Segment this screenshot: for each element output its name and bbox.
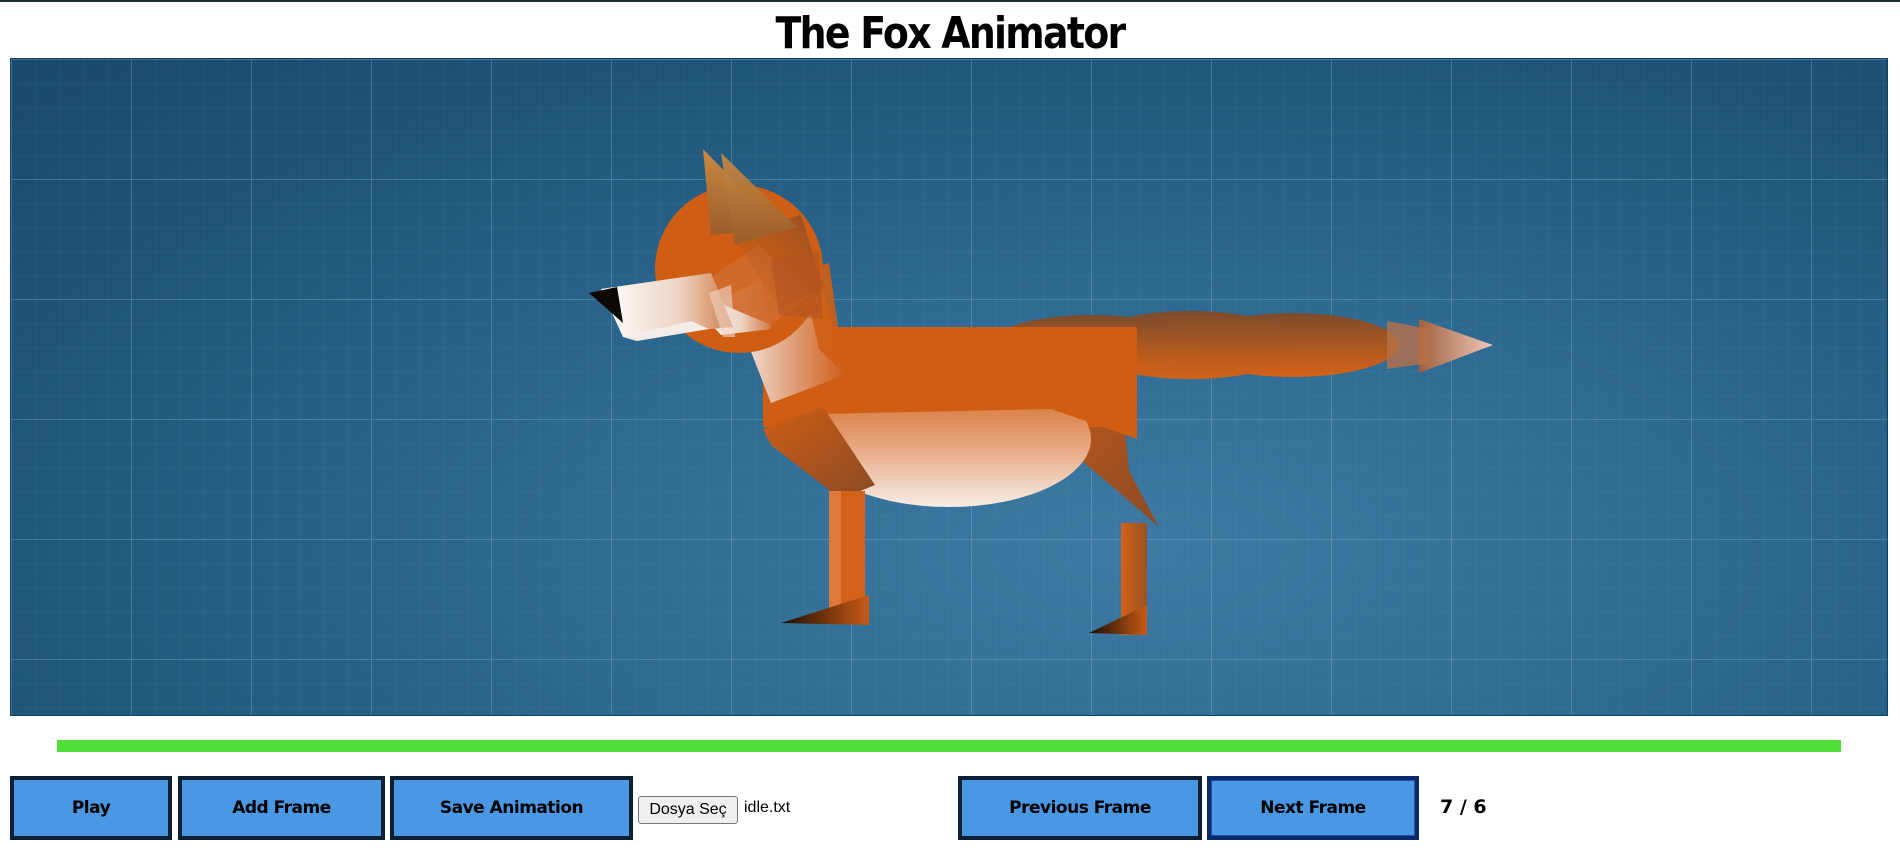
- timeline-bar[interactable]: [57, 740, 1841, 752]
- page-title: The Fox Animator: [775, 8, 1127, 59]
- add-frame-button[interactable]: Add Frame: [178, 776, 385, 840]
- next-frame-button[interactable]: Next Frame: [1207, 776, 1419, 840]
- previous-frame-button[interactable]: Previous Frame: [958, 776, 1202, 840]
- save-animation-button[interactable]: Save Animation: [390, 776, 633, 840]
- animation-canvas[interactable]: [10, 58, 1888, 716]
- top-border: [0, 0, 1900, 2]
- file-name-label: idle.txt: [744, 799, 791, 816]
- canvas-svg: [11, 59, 1887, 715]
- file-choose-button[interactable]: Dosya Seç: [638, 796, 738, 824]
- fox-animator-app: The Fox Animator Play Add Frame Save Ani…: [0, 0, 1900, 864]
- frame-counter: 7 / 6: [1440, 796, 1487, 818]
- play-button[interactable]: Play: [10, 776, 172, 840]
